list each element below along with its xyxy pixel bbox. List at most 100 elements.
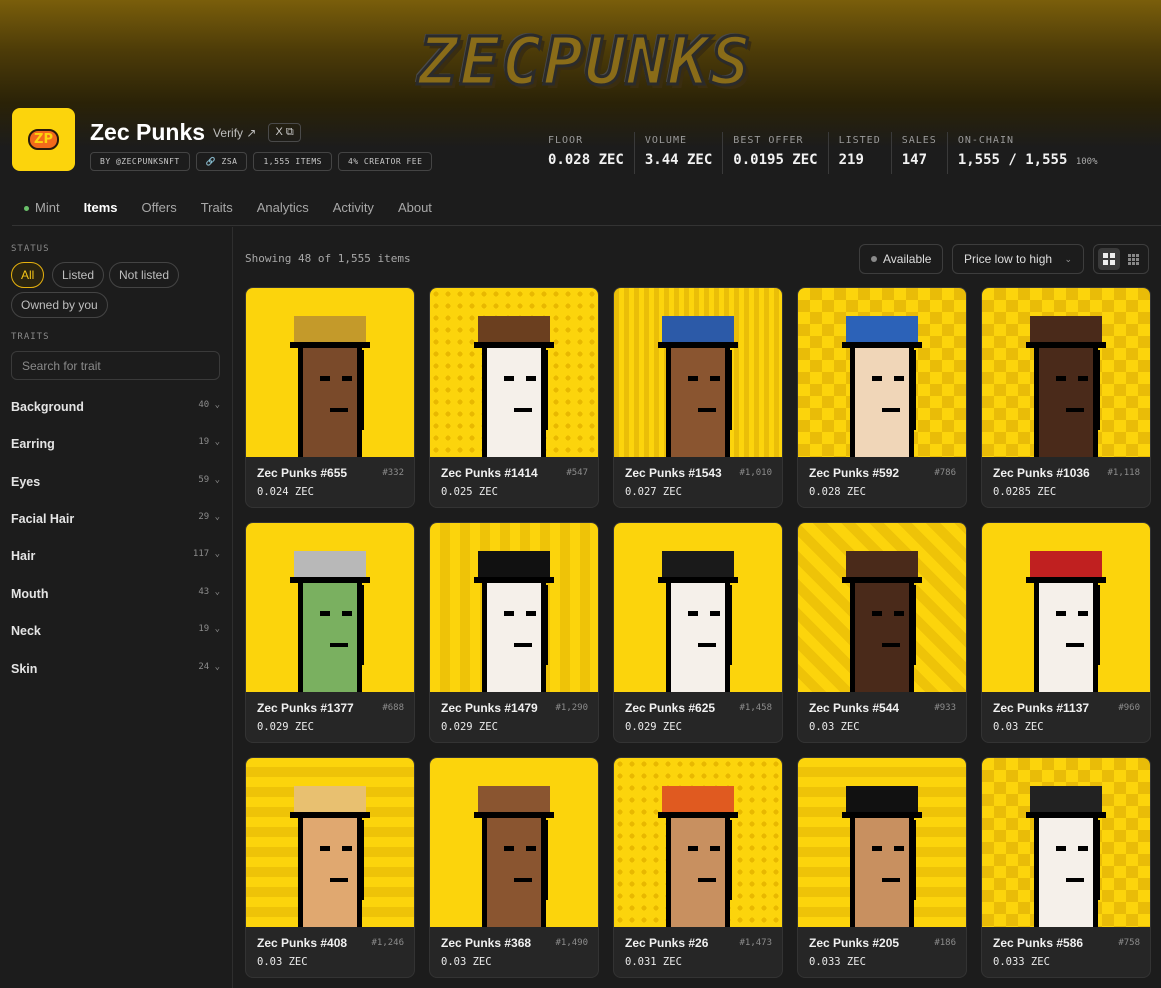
item-price: 0.0285 ZEC	[993, 486, 1057, 498]
verify-link[interactable]: Verify ↗	[213, 126, 256, 140]
item-card[interactable]: Zec Punks #544 #933 0.03 ZEC	[797, 522, 967, 743]
tab-offers[interactable]: Offers	[130, 190, 189, 226]
x-social-link[interactable]: X ⧉	[268, 123, 301, 142]
trait-name: Facial Hair	[11, 512, 75, 526]
item-card[interactable]: Zec Punks #1036 #1,118 0.0285 ZEC	[981, 287, 1151, 508]
stat-value: 3.44 ZEC	[644, 152, 713, 168]
trait-facial-hair[interactable]: Facial Hair 29 ⌄	[11, 512, 220, 526]
item-card[interactable]: Zec Punks #586 #758 0.033 ZEC	[981, 757, 1151, 978]
item-price: 0.029 ZEC	[441, 721, 498, 733]
punk-image	[614, 288, 782, 457]
stat-value: 0.0195 ZEC	[733, 152, 818, 168]
item-card[interactable]: Zec Punks #205 #186 0.033 ZEC	[797, 757, 967, 978]
trait-earring[interactable]: Earring 19 ⌄	[11, 437, 220, 451]
sort-dropdown[interactable]: Price low to high ⌄	[952, 244, 1084, 274]
item-card[interactable]: Zec Punks #368 #1,490 0.03 ZEC	[429, 757, 599, 978]
status-dot-icon	[871, 256, 877, 262]
item-card[interactable]: Zec Punks #1414 #547 0.025 ZEC	[429, 287, 599, 508]
stat-label: BEST OFFER	[733, 135, 804, 146]
item-name: Zec Punks #1137	[993, 701, 1090, 715]
status-filter-all[interactable]: All	[11, 262, 45, 288]
item-name: Zec Punks #625	[625, 701, 716, 715]
trait-eyes[interactable]: Eyes 59 ⌄	[11, 475, 220, 489]
stat-value: 147	[901, 152, 928, 168]
item-card[interactable]: Zec Punks #592 #786 0.028 ZEC	[797, 287, 967, 508]
tab-about[interactable]: About	[386, 190, 444, 226]
punk-image	[614, 758, 782, 927]
small-grid-view-button[interactable]	[1122, 248, 1144, 270]
trait-neck[interactable]: Neck 19 ⌄	[11, 624, 220, 638]
item-rank: #547	[566, 468, 588, 478]
tab-traits[interactable]: Traits	[189, 190, 245, 226]
tab-analytics[interactable]: Analytics	[245, 190, 321, 226]
punk-image	[982, 758, 1150, 927]
trait-hair[interactable]: Hair 117 ⌄	[11, 549, 220, 563]
item-card[interactable]: Zec Punks #1377 #688 0.029 ZEC	[245, 522, 415, 743]
item-card[interactable]: Zec Punks #1137 #960 0.03 ZEC	[981, 522, 1151, 743]
trait-search-input[interactable]	[11, 351, 220, 380]
item-card[interactable]: Zec Punks #408 #1,246 0.03 ZEC	[245, 757, 415, 978]
chevron-down-icon: ⌄	[1064, 253, 1072, 264]
item-price: 0.029 ZEC	[257, 721, 314, 733]
stat-label: ON-CHAIN	[957, 135, 1014, 146]
stat-floor: FLOOR 0.028 ZEC	[538, 132, 634, 174]
item-name: Zec Punks #408	[257, 936, 348, 950]
item-rank: #933	[934, 703, 956, 713]
trait-count: 117 ⌄	[192, 549, 220, 559]
collection-title: Zec Punks	[90, 119, 206, 145]
large-grid-icon	[1103, 253, 1115, 265]
item-price: 0.03 ZEC	[441, 956, 492, 968]
stat-label: VOLUME	[644, 135, 687, 146]
item-name: Zec Punks #655	[257, 466, 348, 480]
item-card[interactable]: Zec Punks #1479 #1,290 0.029 ZEC	[429, 522, 599, 743]
stat-value: 0.028 ZEC	[548, 152, 624, 168]
item-name: Zec Punks #1543	[625, 466, 722, 480]
item-price: 0.025 ZEC	[441, 486, 498, 498]
tab-mint[interactable]: Mint	[12, 190, 72, 226]
creator-fee-tag: 4% CREATOR FEE	[337, 152, 433, 171]
trait-count: 19 ⌄	[198, 437, 220, 447]
trait-name: Mouth	[11, 587, 49, 601]
trait-name: Earring	[11, 437, 55, 451]
punk-image	[430, 288, 598, 457]
trait-mouth[interactable]: Mouth 43 ⌄	[11, 587, 220, 601]
tab-activity[interactable]: Activity	[321, 190, 386, 226]
item-price: 0.029 ZEC	[625, 721, 682, 733]
collection-avatar: ZP	[12, 108, 75, 171]
on-chain-count: 1,555 / 1,555	[957, 152, 1068, 168]
collection-tags: BY @ZECPUNKSNFT 🔗 ZSA 1,555 ITEMS 4% CRE…	[90, 152, 433, 171]
punk-image	[430, 523, 598, 692]
trait-count: 40 ⌄	[198, 400, 220, 410]
item-rank: #1,010	[739, 468, 772, 478]
item-card[interactable]: Zec Punks #655 #332 0.024 ZEC	[245, 287, 415, 508]
trait-name: Background	[11, 400, 84, 414]
stat-value: 1,555 / 1,555 100%	[958, 152, 1098, 168]
zsa-tag[interactable]: 🔗 ZSA	[195, 152, 248, 171]
large-grid-view-button[interactable]	[1098, 248, 1120, 270]
item-name: Zec Punks #1377	[257, 701, 354, 715]
creator-tag[interactable]: BY @ZECPUNKSNFT	[90, 152, 190, 171]
available-filter-button[interactable]: Available	[859, 244, 944, 274]
collection-stats: FLOOR 0.028 ZEC VOLUME 3.44 ZEC BEST OFFER…	[538, 132, 1108, 174]
trait-background[interactable]: Background 40 ⌄	[11, 400, 220, 414]
item-name: Zec Punks #26	[625, 936, 709, 950]
item-rank: #332	[382, 468, 404, 478]
tab-items[interactable]: Items	[72, 190, 130, 226]
trait-count: 29 ⌄	[198, 512, 220, 522]
item-card[interactable]: Zec Punks #1543 #1,010 0.027 ZEC	[613, 287, 783, 508]
status-filter-listed[interactable]: Listed	[52, 262, 105, 288]
item-price: 0.03 ZEC	[993, 721, 1044, 733]
available-label: Available	[883, 252, 932, 266]
punk-image	[982, 523, 1150, 692]
item-rank: #758	[1118, 938, 1140, 948]
item-card[interactable]: Zec Punks #26 #1,473 0.031 ZEC	[613, 757, 783, 978]
item-card[interactable]: Zec Punks #625 #1,458 0.029 ZEC	[613, 522, 783, 743]
item-name: Zec Punks #205	[809, 936, 900, 950]
status-filter-not-listed[interactable]: Not listed	[109, 262, 180, 288]
stat-label: LISTED	[838, 135, 881, 146]
status-filter-owned[interactable]: Owned by you	[11, 292, 108, 318]
item-price: 0.033 ZEC	[993, 956, 1050, 968]
results-count: Showing 48 of 1,555 items	[245, 252, 411, 265]
item-name: Zec Punks #592	[809, 466, 900, 480]
trait-skin[interactable]: Skin 24 ⌄	[11, 662, 220, 676]
